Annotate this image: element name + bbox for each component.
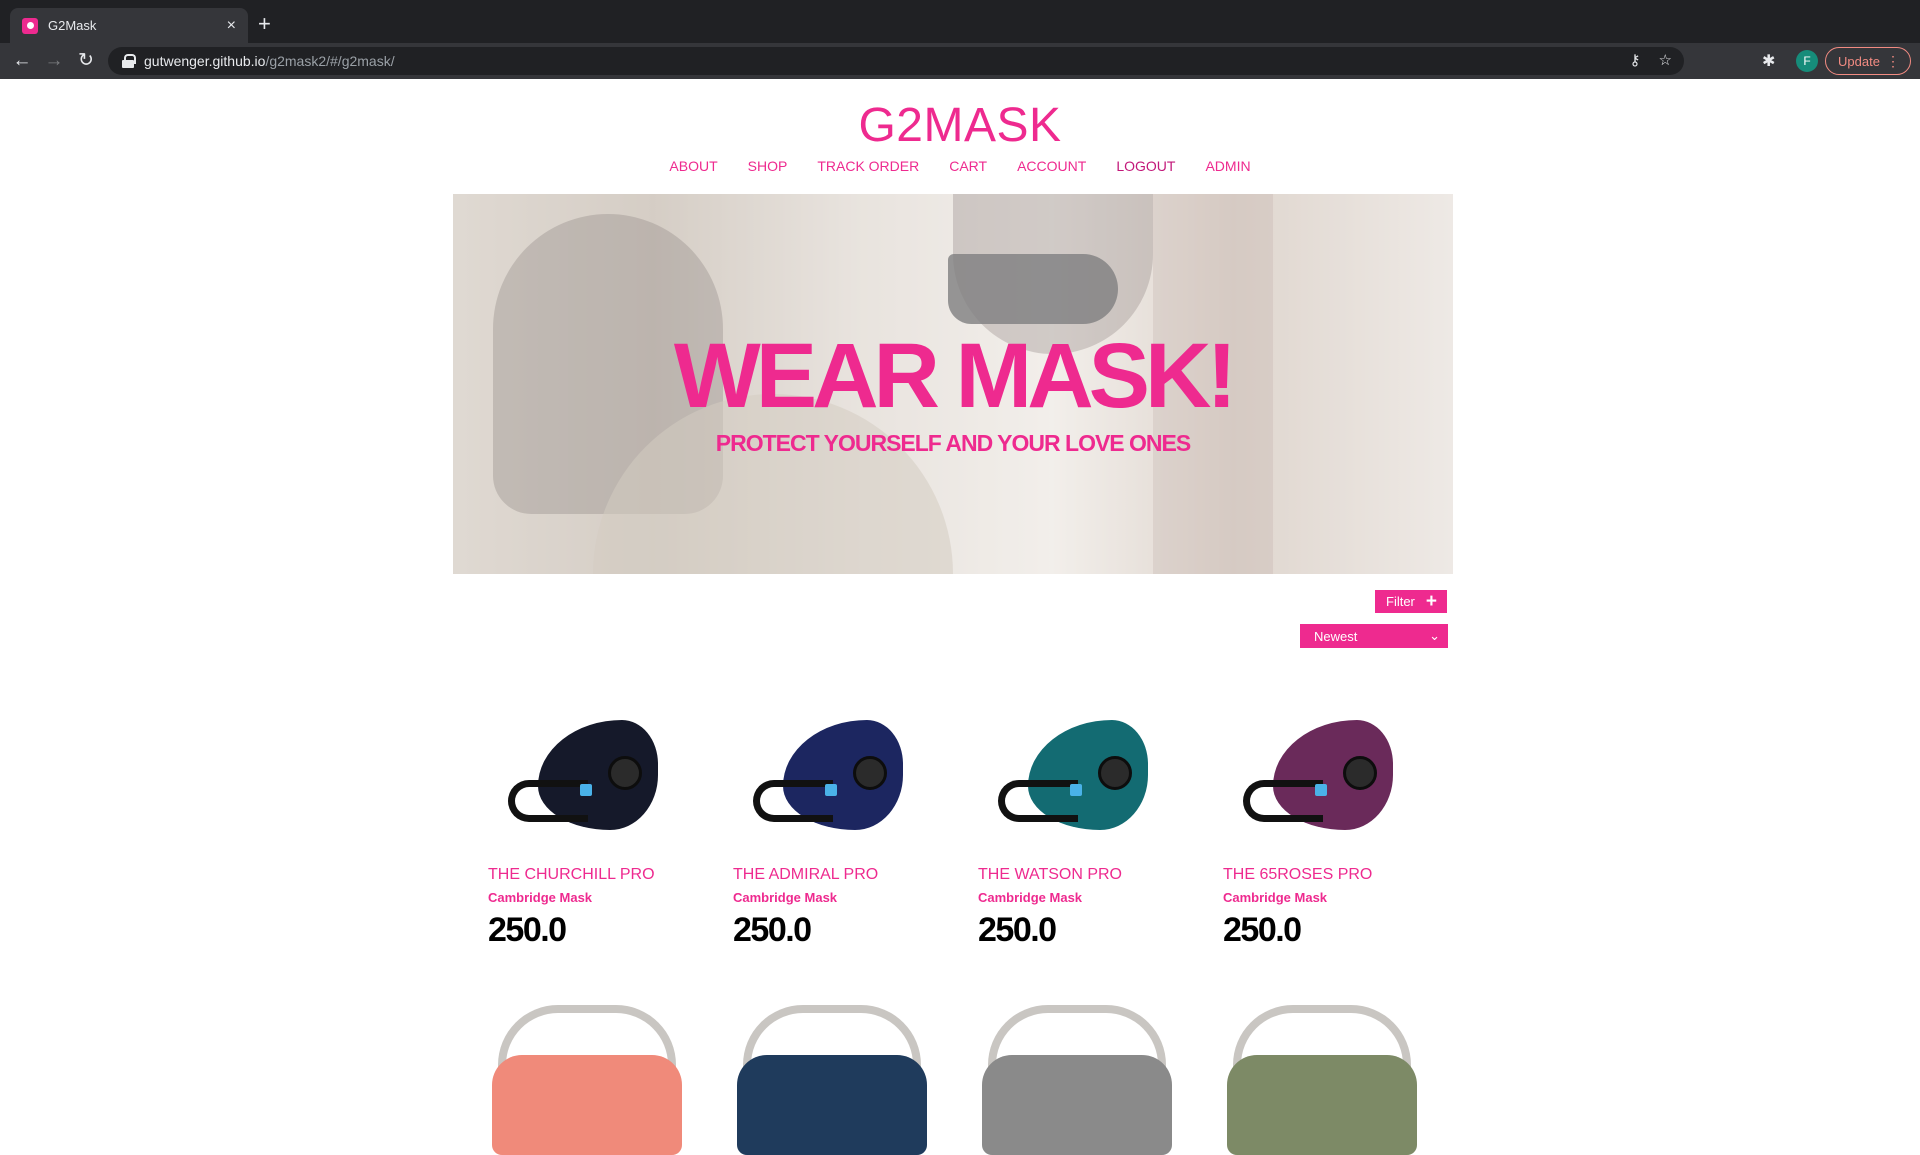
product-price: 250.0 [1223, 911, 1302, 949]
product-brand: Cambridge Mask [978, 890, 1083, 905]
hero-headline: WEAR MASK! [673, 325, 1237, 427]
site-favicon-icon [22, 17, 38, 34]
address-bar[interactable]: gutwenger.github.io /g2mask2/#/g2mask/ ⚷… [108, 47, 1684, 75]
product-card[interactable]: THE CHURCHILL PRO Cambridge Mask 250.0 [488, 700, 703, 950]
lock-icon[interactable] [122, 54, 136, 68]
product-brand: Cambridge Mask [1223, 890, 1328, 905]
filter-label: Filter [1386, 594, 1415, 609]
product-card[interactable] [492, 1005, 707, 1155]
browser-tab[interactable]: G2Mask × [10, 8, 248, 43]
product-card[interactable]: THE WATSON PRO Cambridge Mask 250.0 [978, 700, 1193, 950]
product-image[interactable] [488, 700, 678, 850]
tab-title: G2Mask [48, 18, 97, 33]
product-name[interactable]: THE 65ROSES PRO [1223, 866, 1438, 884]
star-icon[interactable]: ☆ [1659, 51, 1672, 69]
browser-toolbar: ← → ↻ gutwenger.github.io /g2mask2/#/g2m… [0, 43, 1920, 79]
plus-icon: + [1425, 591, 1437, 612]
fabric-mask-body [737, 1055, 927, 1155]
nav-shop[interactable]: SHOP [748, 158, 788, 174]
product-brand: Cambridge Mask [733, 890, 838, 905]
tab-close-icon[interactable]: × [227, 17, 236, 34]
product-price: 250.0 [733, 911, 812, 949]
product-card[interactable]: THE ADMIRAL PRO Cambridge Mask 250.0 [733, 700, 948, 950]
product-card[interactable] [737, 1005, 952, 1155]
back-arrow-icon[interactable]: ← [10, 49, 34, 73]
product-card[interactable]: THE 65ROSES PRO Cambridge Mask 250.0 [1223, 700, 1438, 950]
nav-about[interactable]: ABOUT [669, 158, 717, 174]
nav-track-order[interactable]: TRACK ORDER [817, 158, 919, 174]
valve-icon [608, 756, 642, 790]
nav-logout[interactable]: LOGOUT [1116, 158, 1175, 174]
product-card[interactable] [982, 1005, 1197, 1155]
update-label: Update [1838, 53, 1880, 69]
product-image[interactable] [492, 1005, 682, 1155]
fabric-mask-body [1227, 1055, 1417, 1155]
key-icon[interactable]: ⚷ [1630, 51, 1641, 69]
product-price: 250.0 [488, 911, 567, 949]
profile-avatar[interactable]: F [1796, 50, 1818, 72]
product-card[interactable] [1227, 1005, 1442, 1155]
sort-selected-value: Newest [1314, 628, 1358, 644]
valve-icon [1098, 756, 1132, 790]
nav-cart[interactable]: CART [949, 158, 987, 174]
new-tab-button[interactable]: + [258, 12, 271, 36]
update-button[interactable]: Update ⋮ [1825, 47, 1911, 75]
hero-subheadline: PROTECT YOURSELF AND YOUR LOVE ONES [715, 430, 1191, 456]
puzzle-icon[interactable]: ✱ [1762, 51, 1775, 71]
reload-icon[interactable]: ↻ [74, 49, 98, 73]
valve-icon [1343, 756, 1377, 790]
hero-banner: WEAR MASK! PROTECT YOURSELF AND YOUR LOV… [453, 194, 1453, 574]
product-image[interactable] [1223, 700, 1413, 850]
product-image[interactable] [733, 700, 923, 850]
filter-button[interactable]: Filter + [1375, 590, 1447, 613]
product-image[interactable] [978, 700, 1168, 850]
valve-icon [853, 756, 887, 790]
chevron-down-icon: ⌄ [1429, 628, 1440, 643]
kebab-menu-icon[interactable]: ⋮ [1886, 53, 1900, 70]
product-name[interactable]: THE WATSON PRO [978, 866, 1193, 884]
fabric-mask-body [982, 1055, 1172, 1155]
product-brand: Cambridge Mask [488, 890, 593, 905]
product-image[interactable] [982, 1005, 1172, 1155]
url-host: gutwenger.github.io [144, 53, 266, 69]
sort-select[interactable]: Newest ⌄ [1300, 624, 1448, 648]
product-name[interactable]: THE CHURCHILL PRO [488, 866, 703, 884]
product-image[interactable] [1227, 1005, 1417, 1155]
browser-chrome: G2Mask × + ← → ↻ gutwenger.github.io /g2… [0, 0, 1920, 79]
product-image[interactable] [737, 1005, 927, 1155]
fabric-mask-body [492, 1055, 682, 1155]
url-path: /g2mask2/#/g2mask/ [265, 53, 395, 69]
nav-admin[interactable]: ADMIN [1205, 158, 1250, 174]
site-logo[interactable]: G2MASK [0, 98, 1920, 153]
forward-arrow-icon[interactable]: → [42, 49, 66, 73]
site-nav: ABOUT SHOP TRACK ORDER CART ACCOUNT LOGO… [0, 158, 1920, 174]
nav-account[interactable]: ACCOUNT [1017, 158, 1086, 174]
product-price: 250.0 [978, 911, 1057, 949]
product-name[interactable]: THE ADMIRAL PRO [733, 866, 948, 884]
